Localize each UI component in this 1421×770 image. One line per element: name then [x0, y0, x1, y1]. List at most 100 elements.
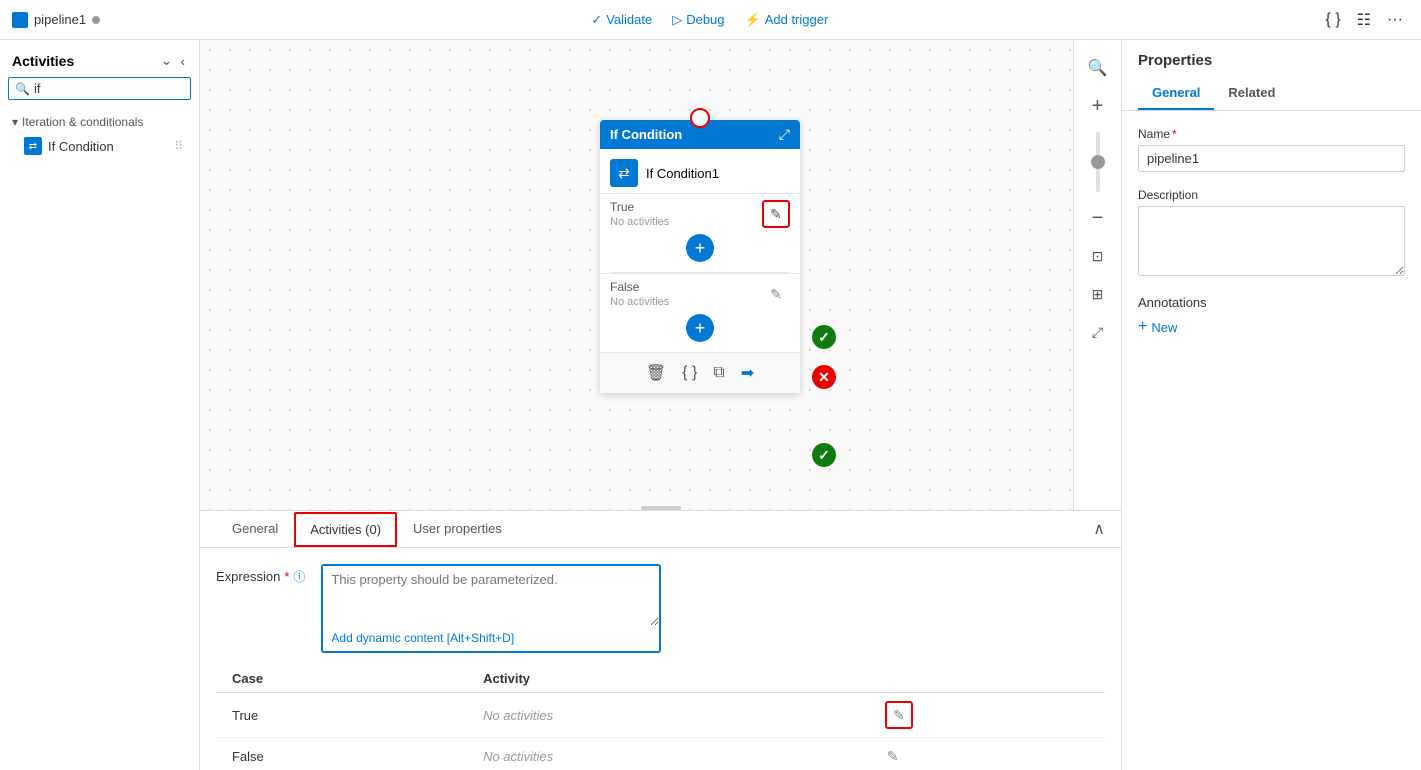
true-branch-info: True No activities: [610, 200, 669, 228]
true-case-edit-btn[interactable]: ✎: [885, 701, 913, 729]
canvas-zoom-slider[interactable]: [1096, 132, 1100, 192]
validate-button[interactable]: ✓ Validate: [583, 8, 660, 32]
debug-button[interactable]: ▷ Debug: [664, 8, 732, 32]
annotations-label: Annotations: [1138, 295, 1405, 310]
sidebar-close-btn[interactable]: ‹: [178, 50, 187, 71]
true-branch-sub: No activities: [610, 216, 669, 228]
properties-header: Properties General Related: [1122, 40, 1421, 111]
activity-col-header: Activity: [467, 665, 869, 693]
canvas-fullscreen-btn[interactable]: ⤢: [1082, 316, 1114, 348]
false-branch: False No activities ✎ +: [600, 273, 800, 352]
expression-textarea[interactable]: [323, 566, 659, 626]
case-col-header: Case: [216, 665, 467, 693]
properties-content: Name * Description Annotations + New: [1122, 111, 1421, 770]
sidebar-item-label: If Condition: [48, 139, 114, 154]
add-trigger-button[interactable]: ⚡ Add trigger: [737, 8, 837, 32]
sidebar-header: Activities ⌄ ‹: [0, 40, 199, 77]
expression-info-icon[interactable]: ⓘ: [293, 568, 305, 585]
section-chevron-icon: ▾: [12, 115, 18, 129]
if-card-header-icons: ⤢: [779, 126, 790, 143]
canvas-toolbar: 🔍 + − ⊡ ⊞ ⤢: [1073, 40, 1121, 510]
true-check-icon: ✓: [812, 325, 836, 349]
name-input[interactable]: [1138, 145, 1405, 172]
table-row: False No activities ✎: [216, 738, 1105, 770]
prop-tab-general[interactable]: General: [1138, 77, 1214, 110]
name-required-star: *: [1172, 127, 1177, 141]
canvas-fit-btn[interactable]: ⊡: [1082, 240, 1114, 272]
true-branch-row: True No activities ✎: [610, 200, 790, 228]
false-branch-edit-btn[interactable]: ✎: [762, 280, 790, 308]
expression-required-star: *: [284, 569, 289, 584]
if-condition-icon: ⇄: [24, 137, 42, 155]
tab-activities[interactable]: Activities (0): [294, 512, 397, 547]
bottom-panel-content: Expression * ⓘ Add dynamic content [Alt+…: [200, 548, 1121, 770]
search-box[interactable]: 🔍: [8, 77, 191, 100]
canvas[interactable]: If Condition ⤢ ⇄ If Condition1 True No: [200, 40, 1121, 510]
table-row: True No activities ✎: [216, 693, 1105, 738]
sidebar-title: Activities: [12, 53, 74, 69]
card-copy-btn[interactable]: ⧉: [711, 362, 726, 384]
trigger-icon: ⚡: [745, 12, 761, 28]
bottom-panel-collapse-btn[interactable]: ∧: [1093, 519, 1105, 539]
section-header-iteration[interactable]: ▾ Iteration & conditionals: [8, 112, 191, 132]
table-view-button[interactable]: ☷: [1351, 6, 1377, 34]
prop-tab-related[interactable]: Related: [1214, 77, 1289, 110]
canvas-search-btn[interactable]: 🔍: [1082, 52, 1114, 84]
false-activity-value: No activities: [467, 738, 869, 770]
add-annotation-button[interactable]: + New: [1138, 318, 1177, 336]
sidebar-item-ifcondition[interactable]: ⇄ If Condition ⠿: [8, 132, 191, 160]
false-check-icon: ✓: [812, 443, 836, 467]
false-branch-add-btn[interactable]: +: [686, 314, 714, 342]
top-bar: pipeline1 ✓ Validate ▷ Debug ⚡ Add trigg…: [0, 0, 1421, 40]
false-branch-info: False No activities: [610, 280, 669, 308]
debug-icon: ▷: [672, 12, 682, 28]
if-card-title-row: ⇄ If Condition1: [600, 149, 800, 193]
bottom-panel-tabs: General Activities (0) User properties ∧: [200, 511, 1121, 548]
true-action-cell: ✎: [869, 693, 1105, 738]
card-code-btn[interactable]: { }: [680, 362, 699, 384]
true-branch-add-btn[interactable]: +: [686, 234, 714, 262]
activities-sidebar: Activities ⌄ ‹ 🔍 ▾ Iteration & condition…: [0, 40, 200, 770]
if-card-expand-btn[interactable]: ⤢: [779, 126, 790, 143]
case-false-label: False: [216, 738, 467, 770]
sidebar-collapse-btn[interactable]: ⌄: [159, 50, 175, 71]
validate-icon: ✓: [591, 12, 602, 28]
unsaved-indicator: [92, 16, 100, 24]
properties-panel: Properties General Related Name *: [1121, 40, 1421, 770]
false-branch-label: False: [610, 280, 669, 294]
if-card-bottom: 🗑 { } ⧉ ➡: [600, 352, 800, 393]
false-branch-row: False No activities ✎: [610, 280, 790, 308]
false-case-edit-btn[interactable]: ✎: [885, 746, 901, 767]
false-x-icon: ✕: [812, 365, 836, 389]
canvas-zoom-in-btn[interactable]: +: [1082, 90, 1114, 122]
canvas-zoom-out-btn[interactable]: −: [1082, 202, 1114, 234]
card-delete-btn[interactable]: 🗑: [644, 361, 668, 385]
code-view-button[interactable]: { }: [1320, 6, 1347, 34]
false-branch-sub: No activities: [610, 296, 669, 308]
drag-handle-icon: ⠿: [174, 139, 183, 153]
card-next-btn[interactable]: ➡: [739, 361, 756, 385]
canvas-zoom-thumb: [1091, 155, 1105, 169]
true-branch-edit-btn[interactable]: ✎: [762, 200, 790, 228]
case-table-header-row: Case Activity: [216, 665, 1105, 693]
plus-icon: +: [1138, 318, 1147, 336]
prop-description-label: Description: [1138, 188, 1405, 202]
case-table: Case Activity True No activities ✎: [216, 665, 1105, 770]
true-branch-label: True: [610, 200, 669, 214]
top-connector: [690, 108, 710, 128]
sidebar-header-icons: ⌄ ‹: [159, 50, 187, 71]
bottom-panel: General Activities (0) User properties ∧…: [200, 510, 1121, 770]
main-layout: Activities ⌄ ‹ 🔍 ▾ Iteration & condition…: [0, 40, 1421, 770]
tab-general[interactable]: General: [216, 511, 294, 548]
case-true-label: True: [216, 693, 467, 738]
prop-name-label: Name *: [1138, 127, 1405, 141]
true-activity-value: No activities: [467, 693, 869, 738]
canvas-grid-btn[interactable]: ⊞: [1082, 278, 1114, 310]
if-condition-card: If Condition ⤢ ⇄ If Condition1 True No: [600, 120, 800, 393]
description-textarea[interactable]: [1138, 206, 1405, 276]
expression-row: Expression * ⓘ Add dynamic content [Alt+…: [216, 564, 1105, 653]
tab-user-properties[interactable]: User properties: [397, 511, 518, 548]
dynamic-content-link[interactable]: Add dynamic content [Alt+Shift+D]: [323, 629, 659, 651]
search-input[interactable]: [34, 81, 184, 96]
more-options-button[interactable]: ···: [1381, 6, 1409, 34]
